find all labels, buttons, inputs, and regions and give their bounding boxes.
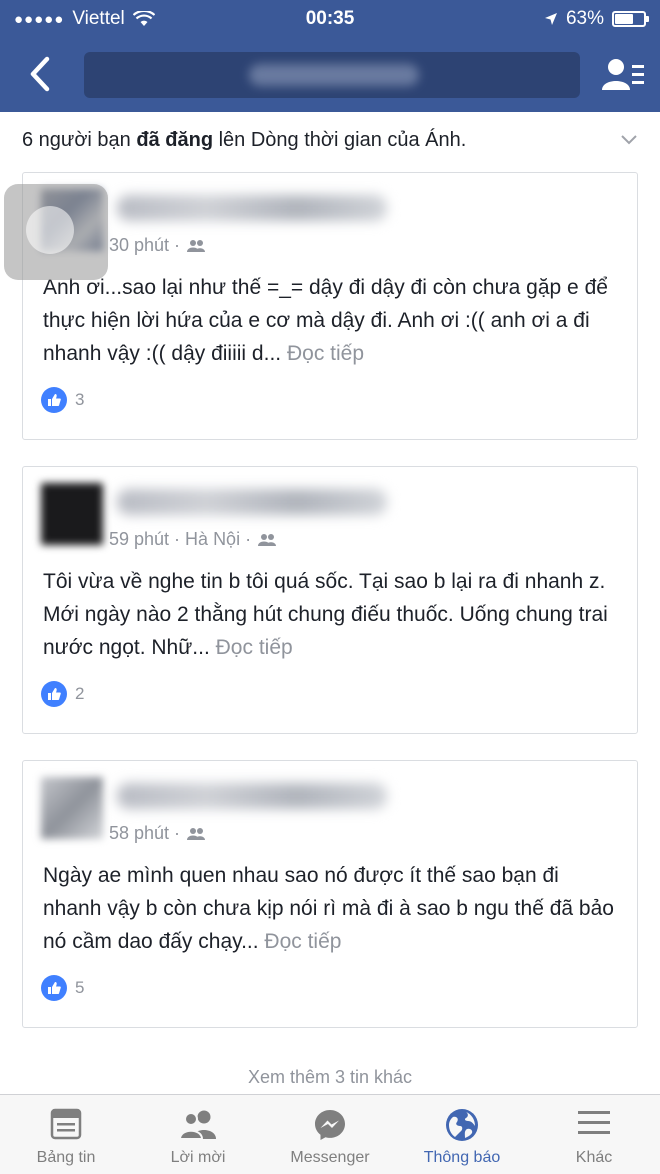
tab-messenger[interactable]: Messenger [264,1095,396,1174]
chevron-left-icon [30,56,50,92]
assistive-touch-button[interactable] [4,184,108,280]
tab-bar: Bảng tin Lời mời Messenger Thông báo Khá… [0,1094,660,1174]
status-bar: ●●●●● Viettel 00:35 63% [0,0,660,38]
like-count[interactable]: 2 [41,681,84,707]
like-count[interactable]: 5 [41,975,84,1001]
messenger-icon [315,1110,345,1140]
like-count[interactable]: 3 [41,387,84,413]
search-value-blurred [249,64,419,86]
news-feed-icon [50,1108,82,1140]
notifications-globe-icon [446,1109,478,1141]
post-text: Tôi vừa về nghe tin b tôi quá sốc. Tại s… [43,570,608,659]
like-icon [41,975,67,1001]
post-meta: 58 phút · [109,823,206,844]
read-more-link[interactable]: Đọc tiếp [216,636,293,659]
friend-requests-button[interactable] [594,50,648,100]
tab-news-feed[interactable]: Bảng tin [0,1095,132,1174]
post-card[interactable]: 58 phút · Ngày ae mình quen nhau sao nó … [22,760,638,1028]
author-name-blurred[interactable] [117,195,387,221]
see-more-link[interactable]: Xem thêm 3 tin khác [0,1067,660,1088]
friends-audience-icon [187,239,206,252]
location-arrow-icon [544,13,557,25]
top-bar: ●●●●● Viettel 00:35 63% [0,0,660,112]
tab-more[interactable]: Khác [528,1095,660,1174]
like-icon [41,387,67,413]
like-icon [41,681,67,707]
avatar[interactable] [41,777,103,839]
battery-icon [612,11,649,27]
battery-fill [615,14,633,24]
tab-friend-requests[interactable]: Lời mời [132,1095,264,1174]
chevron-down-icon[interactable] [618,128,640,150]
post-text: Ngày ae mình quen nhau sao nó được ít th… [43,864,614,953]
post-card[interactable]: 30 phút · Anh ơi...sao lại như thế =_= d… [22,172,638,440]
post-meta: 30 phút · [109,235,206,256]
friend-requests-icon [178,1110,216,1140]
post-card[interactable]: 59 phút · Hà Nội · Tôi vừa về nghe tin b… [22,466,638,734]
post-meta: 59 phút · Hà Nội · [109,529,277,550]
avatar[interactable] [41,483,103,545]
battery-percent: 63% [565,8,604,29]
friend-requests-icon [602,59,644,90]
read-more-link[interactable]: Đọc tiếp [264,930,341,953]
friends-audience-icon [187,827,206,840]
search-input[interactable] [84,52,580,98]
tab-notifications[interactable]: Thông báo [396,1095,528,1174]
notification-header: 6 người bạn đã đăng lên Dòng thời gian c… [22,129,467,151]
friends-audience-icon [258,533,277,546]
author-name-blurred[interactable] [117,783,387,809]
post-text: Anh ơi...sao lại như thế =_= dậy đi dậy … [43,276,608,365]
read-more-link[interactable]: Đọc tiếp [287,342,364,365]
back-button[interactable] [18,48,62,98]
menu-icon [578,1111,610,1134]
author-name-blurred[interactable] [117,489,387,515]
